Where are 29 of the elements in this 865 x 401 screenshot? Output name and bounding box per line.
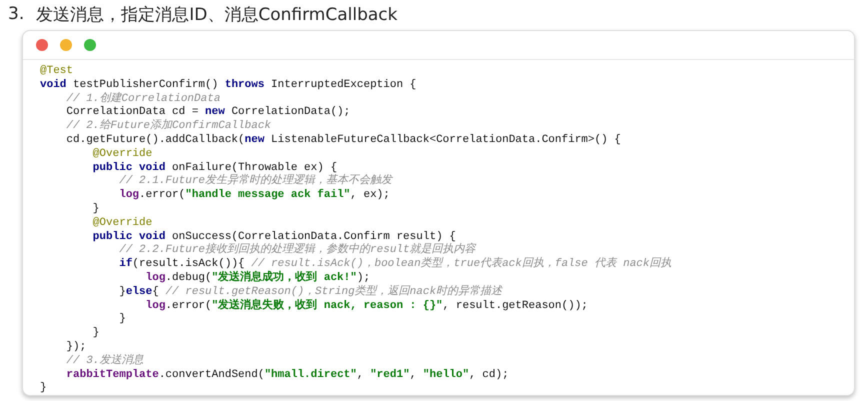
maximize-icon[interactable]: [84, 39, 96, 51]
code-line: @Override: [92, 148, 152, 162]
code-line: rabbitTemplate.convertAndSend("hmall.direct", "red1", "hello", cd);: [65, 368, 509, 382]
code-line: }: [92, 202, 100, 217]
code-line: }else{ // result.getReason()，String类型，返回nack时的异常描述: [118, 286, 502, 298]
code-line: }: [92, 327, 100, 341]
code-line: // 1.创建CorrelationData: [65, 92, 220, 106]
code-line: // 2.2.Future接收到回执的处理逻辑，参数中的result就是回执内容: [118, 244, 476, 257]
code-line: cd.getFuture().addCallback(new ListenableFutureCallback<CorrelationData.Confirm>() {: [65, 134, 621, 148]
code-line: @Override: [92, 216, 152, 231]
close-icon[interactable]: [36, 39, 48, 51]
code-line: log.debug("发送消息成功，收到 ack!");: [144, 272, 370, 285]
code-line: public void onSuccess(CorrelationData.Confirm result) {: [92, 230, 456, 243]
code-line: if(result.isAck()){ // result.isAck()，boolean类型，true代表ack回执，false 代表 nack回执: [118, 258, 672, 270]
code-line: public void onFailure(Throwable ex) {: [92, 162, 338, 174]
minimize-icon[interactable]: [60, 39, 72, 51]
code-line: // 2.1.Future发生异常时的处理逻辑，基本不会触发: [118, 175, 392, 188]
code-line: }: [40, 382, 47, 396]
code-line: });: [65, 340, 86, 355]
code-line: }: [118, 313, 126, 328]
list-number: 3.: [8, 4, 24, 24]
code-line: log.error("handle message ack fail", ex);: [118, 189, 390, 203]
code-line: CorrelationData cd = new CorrelationData();: [65, 106, 350, 119]
code-line: // 2.给Future添加ConfirmCallback: [65, 120, 272, 134]
code-line: // 3.发送消息: [65, 354, 144, 369]
code-line: void testPublisherConfirm() throws InterruptedException {: [40, 78, 416, 92]
code-line: log.error("发送消息失败，收到 nack, reason : {}", result.getReason());: [144, 300, 588, 314]
section-heading: 发送消息，指定消息ID、消息ConfirmCallback: [36, 4, 398, 26]
code-line: @Test: [40, 65, 74, 79]
